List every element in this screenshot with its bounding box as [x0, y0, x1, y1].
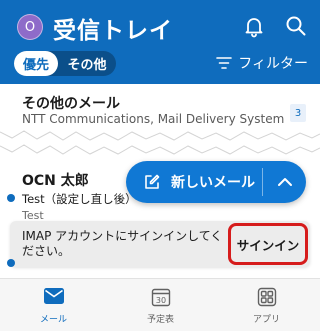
tab-calendar[interactable]: 30 予定表	[107, 279, 214, 331]
page-title: 受信トレイ	[53, 18, 173, 44]
new-mail-button[interactable]: 新しいメール	[126, 161, 261, 203]
compose-icon	[145, 174, 160, 189]
signin-snackbar: IMAP アカウントにサインインしてください。 サインイン	[10, 221, 310, 267]
tab-apps-label: アプリ	[252, 315, 280, 325]
torn-edge-divider	[0, 130, 320, 155]
new-mail-label: 新しいメール	[171, 175, 255, 191]
email-sender: OCN 太郎	[22, 173, 89, 189]
account-avatar[interactable]: O	[17, 14, 43, 40]
unread-indicator	[7, 259, 15, 267]
expand-compose-button[interactable]	[263, 161, 306, 203]
other-inbox-title: その他のメール	[22, 96, 120, 112]
tab-mail-label: メール	[39, 315, 67, 325]
filter-label: フィルター	[238, 56, 308, 72]
snackbar-message: IMAP アカウントにサインインしてください。	[22, 229, 223, 258]
search-icon[interactable]	[284, 14, 308, 38]
unread-indicator	[7, 194, 15, 202]
calendar-icon: 30	[151, 288, 170, 307]
tab-calendar-label: 予定表	[146, 315, 174, 325]
chevron-up-icon	[277, 178, 292, 186]
filter-icon	[216, 57, 233, 69]
email-subject: Test（設定し直し後）	[22, 192, 137, 206]
unread-count-badge: 3	[290, 104, 306, 122]
signin-button[interactable]: サインイン	[228, 223, 308, 265]
tab-mail[interactable]: メール	[0, 279, 107, 331]
other-inbox-senders: NTT Communications, Mail Delivery System	[22, 112, 285, 126]
calendar-day-number: 30	[155, 296, 165, 305]
bell-icon[interactable]	[242, 14, 266, 38]
tab-other[interactable]: その他	[60, 51, 114, 76]
filter-button[interactable]: フィルター	[216, 52, 308, 74]
inbox-segment-control: 優先 その他	[14, 51, 116, 76]
tab-focused[interactable]: 優先	[14, 51, 58, 76]
compose-button-group: 新しいメール	[126, 161, 306, 203]
app-header: O 受信トレイ 優先 その他 フィルター	[0, 0, 320, 84]
apps-icon	[257, 287, 276, 307]
bottom-tab-bar: メール 30 予定表 アプリ	[0, 278, 320, 331]
tab-apps[interactable]: アプリ	[213, 279, 320, 331]
mail-icon	[43, 288, 64, 304]
